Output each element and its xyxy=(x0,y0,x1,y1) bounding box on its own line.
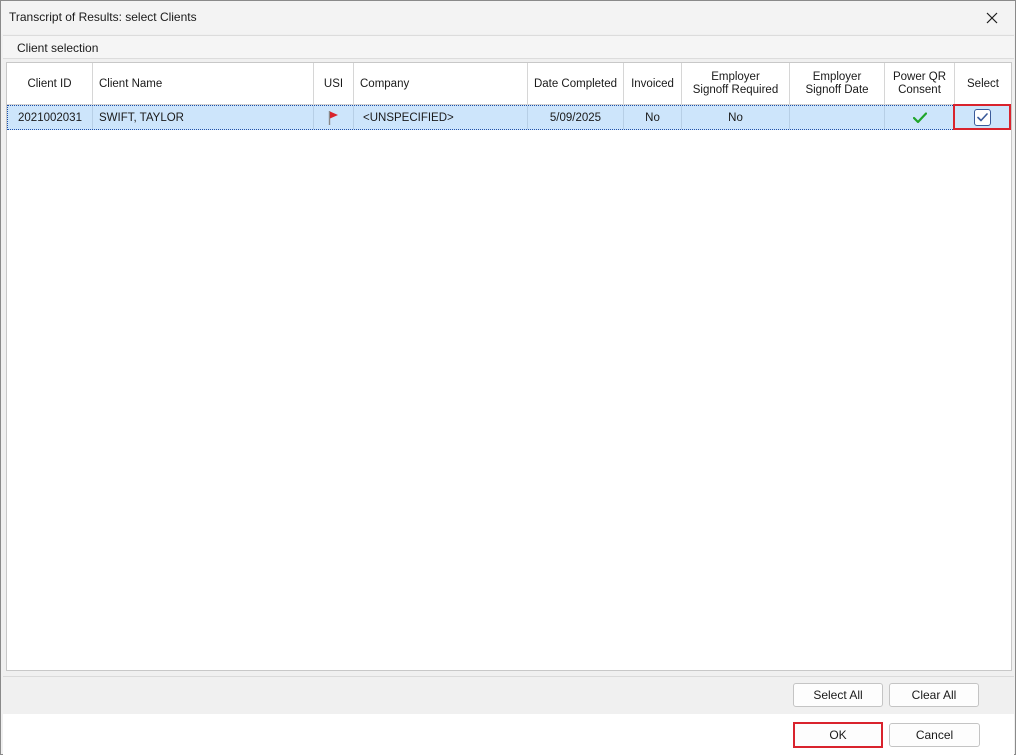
cancel-button[interactable]: Cancel xyxy=(889,723,980,747)
select-all-button[interactable]: Select All xyxy=(793,683,883,707)
close-button[interactable] xyxy=(969,1,1015,34)
cell-client-name: SWIFT, TAYLOR xyxy=(93,106,314,129)
green-check-icon xyxy=(912,111,927,123)
col-header-power-qr-consent[interactable]: Power QR Consent xyxy=(885,63,955,105)
col-header-select[interactable]: Select xyxy=(955,63,1011,105)
dialog-footer: OK Cancel xyxy=(3,714,1014,755)
client-selection-group: Client selection xyxy=(3,35,1014,59)
grid-header: Client ID Client Name USI Company Date C… xyxy=(7,63,1011,105)
col-header-client-name[interactable]: Client Name xyxy=(93,63,314,105)
group-label: Client selection xyxy=(17,41,99,55)
ok-button[interactable]: OK xyxy=(793,722,883,748)
dialog-window: Transcript of Results: select Clients Cl… xyxy=(0,0,1016,755)
cell-company: <UNSPECIFIED> xyxy=(354,106,528,129)
cell-employer-signoff-required: No xyxy=(682,106,790,129)
cell-invoiced: No xyxy=(624,106,682,129)
clear-all-button[interactable]: Clear All xyxy=(889,683,979,707)
col-header-company[interactable]: Company xyxy=(354,63,528,105)
cell-power-qr-consent xyxy=(885,106,955,129)
table-row[interactable]: 2021002031 SWIFT, TAYLOR <UNSPECIFIED> 5… xyxy=(7,105,1011,130)
cell-client-id: 2021002031 xyxy=(8,106,93,129)
col-header-client-id[interactable]: Client ID xyxy=(7,63,93,105)
clients-grid[interactable]: Client ID Client Name USI Company Date C… xyxy=(6,62,1012,671)
col-header-date-completed[interactable]: Date Completed xyxy=(528,63,624,105)
selection-button-bar: Select All Clear All xyxy=(3,676,1014,714)
window-title: Transcript of Results: select Clients xyxy=(9,10,197,24)
col-header-invoiced[interactable]: Invoiced xyxy=(624,63,682,105)
red-flag-icon xyxy=(328,110,338,125)
close-icon xyxy=(986,12,998,23)
cell-usi xyxy=(314,106,354,129)
title-bar[interactable]: Transcript of Results: select Clients xyxy=(1,1,1015,34)
cell-employer-signoff-date xyxy=(790,106,885,129)
cell-date-completed: 5/09/2025 xyxy=(528,106,624,129)
select-highlight-box xyxy=(953,104,1011,130)
col-header-employer-signoff-date[interactable]: Employer Signoff Date xyxy=(790,63,885,105)
col-header-employer-signoff-required[interactable]: Employer Signoff Required xyxy=(682,63,790,105)
col-header-usi[interactable]: USI xyxy=(314,63,354,105)
